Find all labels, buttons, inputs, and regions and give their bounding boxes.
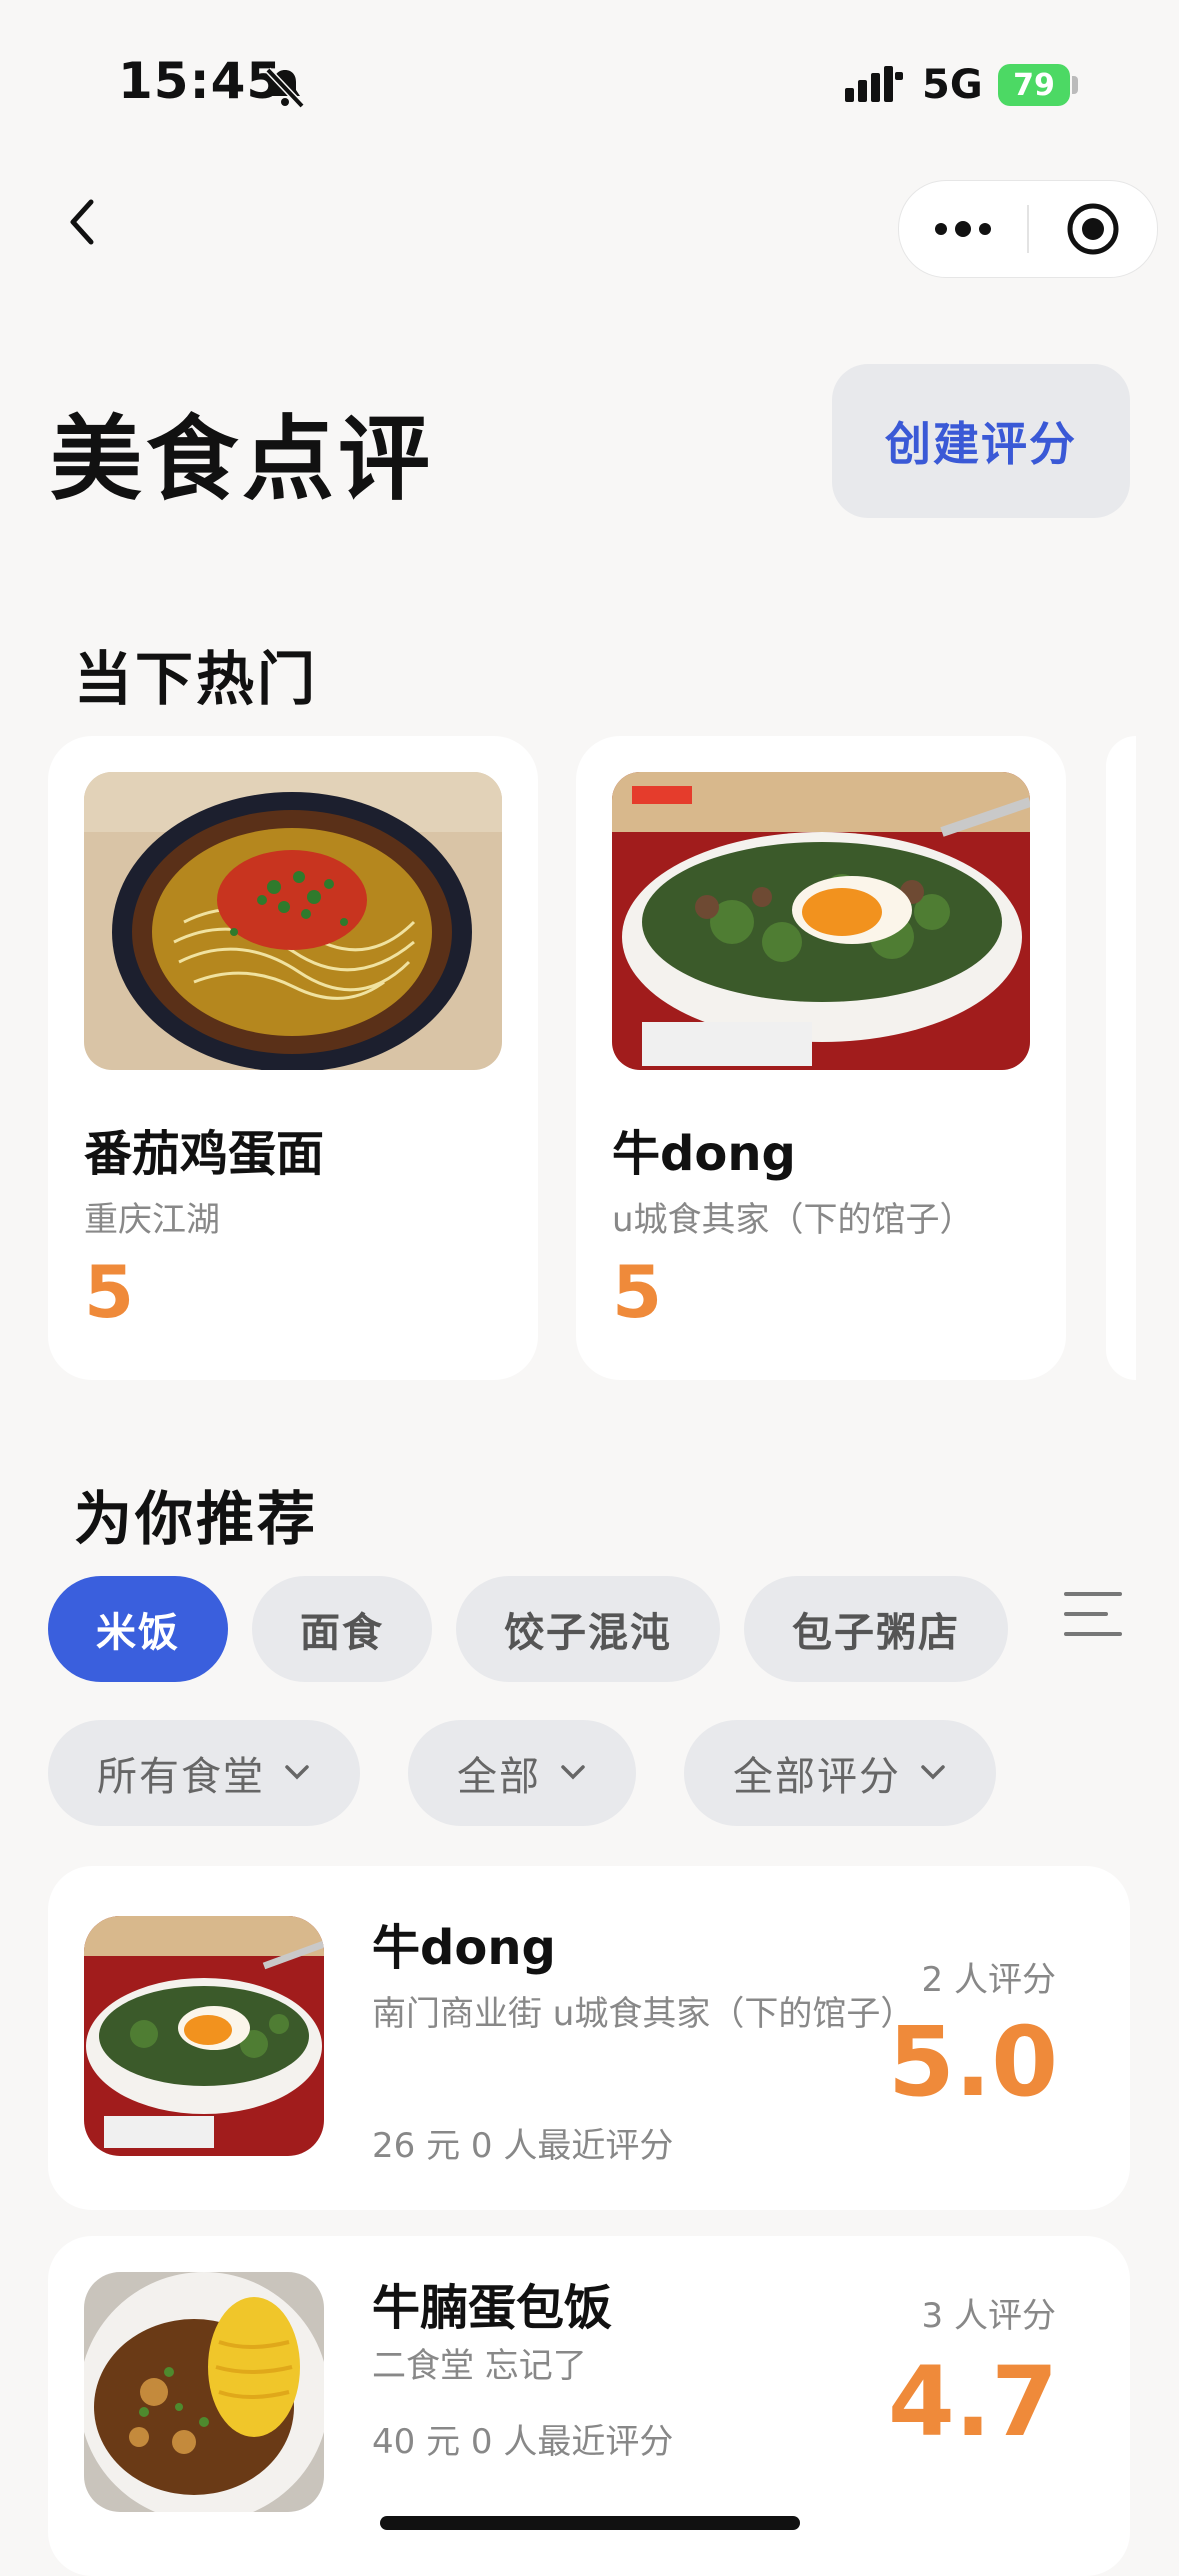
chevron-down-icon xyxy=(921,1765,945,1780)
page-title: 美食点评 xyxy=(50,406,435,513)
recommend-section-title: 为你推荐 xyxy=(74,1485,319,1553)
chevron-down-icon xyxy=(285,1765,309,1780)
status-time: 15:45 xyxy=(118,52,283,110)
miniapp-capsule xyxy=(898,180,1158,278)
rating-score: 5.0 xyxy=(887,2006,1058,2118)
home-indicator[interactable] xyxy=(380,2516,800,2530)
chevron-down-icon xyxy=(561,1765,585,1780)
filter-rating-label: 全部评分 xyxy=(733,1754,901,1800)
hot-section-title: 当下热门 xyxy=(74,645,319,713)
food-photo xyxy=(84,772,502,1070)
rating-count: 2 人评分 xyxy=(921,1960,1056,2000)
cellular-signal-icon xyxy=(845,66,903,102)
filter-rating[interactable]: 全部评分 xyxy=(684,1720,996,1826)
hot-food-name: 牛dong xyxy=(612,1126,796,1182)
create-rating-button[interactable]: 创建评分 xyxy=(832,364,1130,518)
back-button[interactable] xyxy=(52,192,112,252)
tab-noodles[interactable]: 面食 xyxy=(252,1576,432,1682)
hot-food-name: 番茄鸡蛋面 xyxy=(84,1126,325,1182)
list-item-meta: 40 元 0 人最近评分 xyxy=(372,2422,674,2462)
tab-rice[interactable]: 米饭 xyxy=(48,1576,228,1682)
filter-all-label: 全部 xyxy=(457,1754,541,1800)
target-icon xyxy=(1067,203,1119,255)
hot-food-place: 重庆江湖 xyxy=(84,1200,220,1240)
hot-food-score: 5 xyxy=(84,1250,135,1334)
food-photo xyxy=(84,1916,324,2156)
filter-canteen[interactable]: 所有食堂 xyxy=(48,1720,360,1826)
list-item-meta: 26 元 0 人最近评分 xyxy=(372,2126,674,2166)
food-photo xyxy=(84,2272,324,2512)
battery-indicator: 79 xyxy=(998,64,1070,106)
network-type: 5G xyxy=(922,62,983,108)
chevron-left-icon xyxy=(70,199,94,245)
close-miniapp-button[interactable] xyxy=(1029,181,1157,277)
list-item-location: 南门商业街 u城食其家（下的馆子） xyxy=(372,1994,915,2034)
food-photo xyxy=(612,772,1030,1070)
hot-card[interactable]: 牛dong u城食其家（下的馆子） 5 xyxy=(576,736,1066,1380)
battery-level: 79 xyxy=(1013,67,1055,103)
more-options-button[interactable] xyxy=(899,181,1027,277)
list-item[interactable]: 牛dong 南门商业街 u城食其家（下的馆子） 26 元 0 人最近评分 2 人… xyxy=(48,1866,1130,2210)
rating-count: 3 人评分 xyxy=(921,2296,1056,2336)
hot-card[interactable]: 番茄鸡蛋面 重庆江湖 5 xyxy=(48,736,538,1380)
tab-buns-porridge[interactable]: 包子粥店 xyxy=(744,1576,1008,1682)
more-dots-icon xyxy=(935,221,991,237)
hot-card-partial[interactable] xyxy=(1106,736,1136,1380)
list-item-location: 二食堂 忘记了 xyxy=(372,2346,587,2386)
hot-food-place: u城食其家（下的馆子） xyxy=(612,1200,974,1240)
rating-score: 4.7 xyxy=(887,2346,1058,2458)
bell-muted-icon xyxy=(265,67,305,109)
menu-icon[interactable] xyxy=(1062,1588,1124,1640)
filter-all[interactable]: 全部 xyxy=(408,1720,636,1826)
list-item-name: 牛dong xyxy=(372,1920,556,1976)
hot-food-score: 5 xyxy=(612,1250,663,1334)
filter-canteen-label: 所有食堂 xyxy=(97,1754,265,1800)
tab-dumplings[interactable]: 饺子混沌 xyxy=(456,1576,720,1682)
list-item-name: 牛腩蛋包饭 xyxy=(372,2280,613,2336)
battery-tip xyxy=(1072,76,1078,94)
